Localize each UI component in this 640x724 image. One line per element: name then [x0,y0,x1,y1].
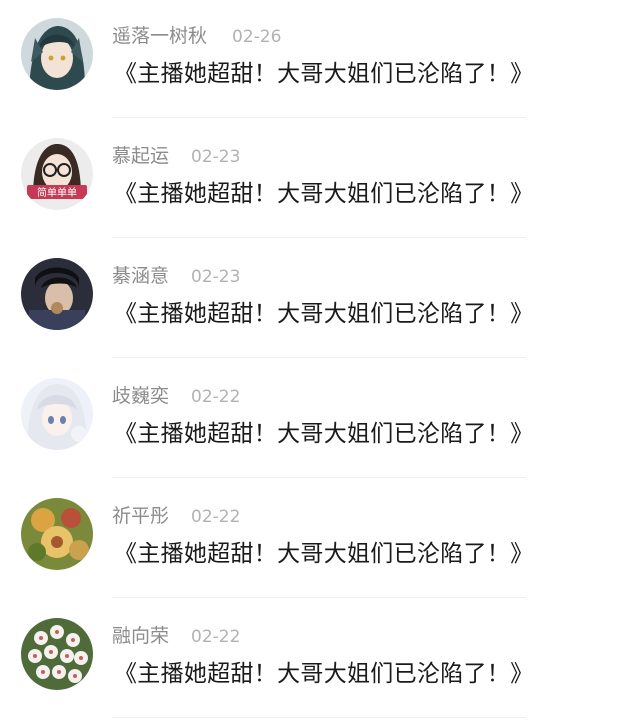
comment-item[interactable]: 祈平彤 02-22 《主播她超甜！大哥大姐们已沦陷了！》 [0,480,640,600]
divider [112,117,526,118]
comment-text[interactable]: 《主播她超甜！大哥大姐们已沦陷了！》 [114,418,533,450]
divider [112,597,526,598]
comment-date: 02-22 [191,387,241,407]
avatar[interactable] [21,378,93,450]
comment-date: 02-22 [191,627,241,647]
comment-text[interactable]: 《主播她超甜！大哥大姐们已沦陷了！》 [114,538,533,570]
avatar[interactable] [21,258,93,330]
comment-text[interactable]: 《主播她超甜！大哥大姐们已沦陷了！》 [114,58,533,90]
avatar-caption: 简单单单 [37,186,77,199]
girl-with-glasses-avatar: 简单单单 [21,138,93,210]
comment-list: 遥落一树秋 02-26 《主播她超甜！大哥大姐们已沦陷了！》 简单单单 慕起运 … [0,0,640,724]
comment-text[interactable]: 《主播她超甜！大哥大姐们已沦陷了！》 [114,298,533,330]
avatar[interactable] [21,618,93,690]
flower-cluster-avatar [21,618,93,690]
comment-date: 02-26 [232,27,282,47]
comment-item[interactable]: 简单单单 慕起运 02-23 《主播她超甜！大哥大姐们已沦陷了！》 [0,120,640,240]
comment-text[interactable]: 《主播她超甜！大哥大姐们已沦陷了！》 [114,658,533,690]
username[interactable]: 祈平彤 [112,504,169,528]
username[interactable]: 歧巍奕 [112,384,169,408]
comment-date: 02-22 [191,507,241,527]
avatar[interactable] [21,18,93,90]
dark-photo-avatar [21,258,93,330]
username[interactable]: 綦涵意 [112,264,169,288]
divider [112,357,526,358]
comment-date: 02-23 [191,147,241,167]
avatar[interactable]: 简单单单 [21,138,93,210]
comment-item[interactable]: 歧巍奕 02-22 《主播她超甜！大哥大姐们已沦陷了！》 [0,360,640,480]
username[interactable]: 慕起运 [112,144,169,168]
divider [112,717,526,718]
avatar[interactable] [21,498,93,570]
comment-date: 02-23 [191,267,241,287]
comment-text[interactable]: 《主播她超甜！大哥大姐们已沦陷了！》 [114,178,533,210]
comment-item[interactable]: 遥落一树秋 02-26 《主播她超甜！大哥大姐们已沦陷了！》 [0,0,640,120]
divider [112,237,526,238]
food-platter-avatar [21,498,93,570]
anime-character-avatar [21,18,93,90]
divider [112,477,526,478]
anime-white-hair-avatar [21,378,93,450]
comment-item[interactable]: 融向荣 02-22 《主播她超甜！大哥大姐们已沦陷了！》 [0,600,640,720]
username[interactable]: 遥落一树秋 [112,24,207,48]
username[interactable]: 融向荣 [112,624,169,648]
comment-item[interactable]: 綦涵意 02-23 《主播她超甜！大哥大姐们已沦陷了！》 [0,240,640,360]
